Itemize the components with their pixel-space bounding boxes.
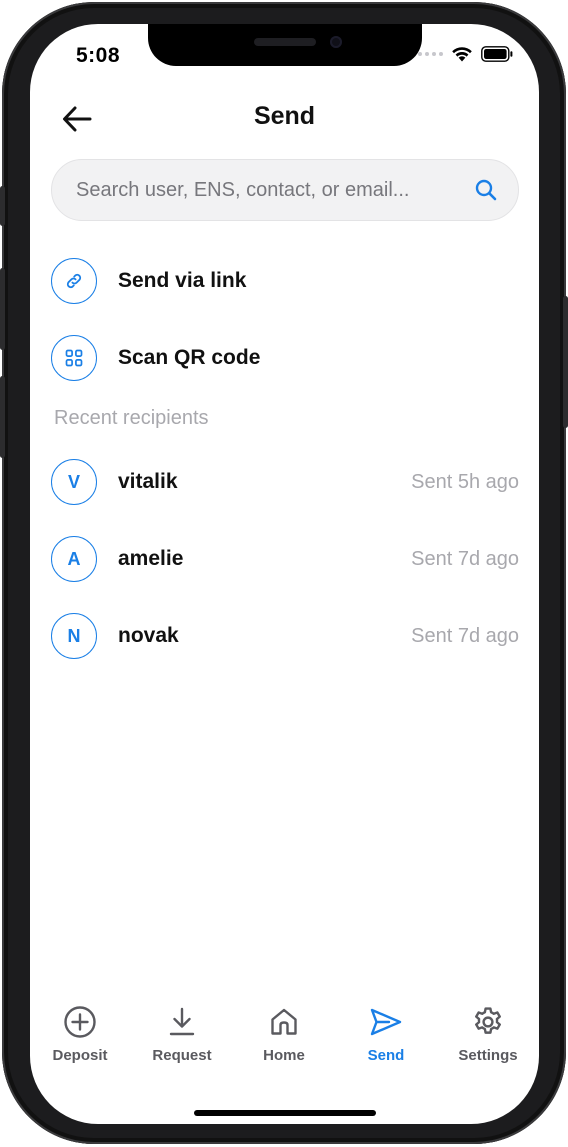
recipient-name: novak (118, 624, 179, 647)
recipient-row[interactable]: N novak Sent 7d ago (51, 612, 519, 660)
header: Send (30, 96, 539, 140)
search-bar[interactable] (51, 159, 519, 221)
avatar: A (51, 536, 97, 582)
battery-icon (481, 46, 513, 62)
recipient-row[interactable]: V vitalik Sent 5h ago (51, 458, 519, 506)
recipient-last-sent: Sent 7d ago (411, 547, 519, 570)
qr-icon-circle (51, 335, 97, 381)
send-via-link-label: Send via link (118, 269, 247, 292)
recipient-name: vitalik (118, 470, 178, 493)
notch (148, 24, 422, 66)
side-button-volume-down (0, 376, 5, 458)
wifi-icon (452, 47, 472, 62)
side-button-mute (0, 186, 5, 226)
phone-screen: 5:08 Send Search user, ENS, contact, or … (30, 24, 539, 1124)
recipient-last-sent: Sent 7d ago (411, 624, 519, 647)
nav-settings-label: Settings (458, 1047, 518, 1064)
download-icon (169, 1007, 195, 1036)
home-icon (271, 1008, 297, 1035)
nav-request[interactable]: Request (137, 1004, 227, 1072)
home-indicator (194, 1110, 376, 1116)
search-icon[interactable] (474, 178, 498, 202)
send-via-link-row[interactable]: Send via link (51, 257, 519, 305)
side-button-power (563, 296, 568, 428)
plus-circle-icon (64, 1006, 96, 1038)
recipient-last-sent: Sent 5h ago (411, 470, 519, 493)
front-camera (330, 36, 342, 48)
qr-grid-icon (65, 349, 83, 367)
nav-send-label: Send (367, 1047, 405, 1064)
nav-deposit-label: Deposit (52, 1047, 108, 1064)
recipient-row[interactable]: A amelie Sent 7d ago (51, 535, 519, 583)
status-icons (418, 46, 513, 62)
scan-qr-row[interactable]: Scan QR code (51, 334, 519, 382)
avatar: N (51, 613, 97, 659)
recent-recipients-heading: Recent recipients (54, 407, 209, 429)
speaker-grille (254, 38, 316, 46)
nav-request-label: Request (152, 1047, 212, 1064)
recipient-name: amelie (118, 547, 184, 570)
avatar: V (51, 459, 97, 505)
status-time: 5:08 (76, 44, 121, 67)
nav-home[interactable]: Home (239, 1004, 329, 1072)
nav-settings[interactable]: Settings (443, 1004, 533, 1072)
nav-deposit[interactable]: Deposit (35, 1004, 125, 1072)
signal-icon (418, 52, 443, 56)
page-title: Send (253, 102, 316, 130)
scan-qr-label: Scan QR code (118, 346, 261, 369)
link-icon-circle (51, 258, 97, 304)
nav-home-label: Home (263, 1047, 305, 1064)
search-input[interactable] (74, 177, 474, 203)
send-icon (370, 1008, 402, 1036)
link-icon (66, 273, 82, 289)
side-button-volume-up (0, 268, 5, 350)
bottom-nav: Deposit Request Home Send Settings (30, 1004, 539, 1072)
gear-icon (475, 1007, 501, 1034)
nav-send[interactable]: Send (341, 1004, 431, 1072)
